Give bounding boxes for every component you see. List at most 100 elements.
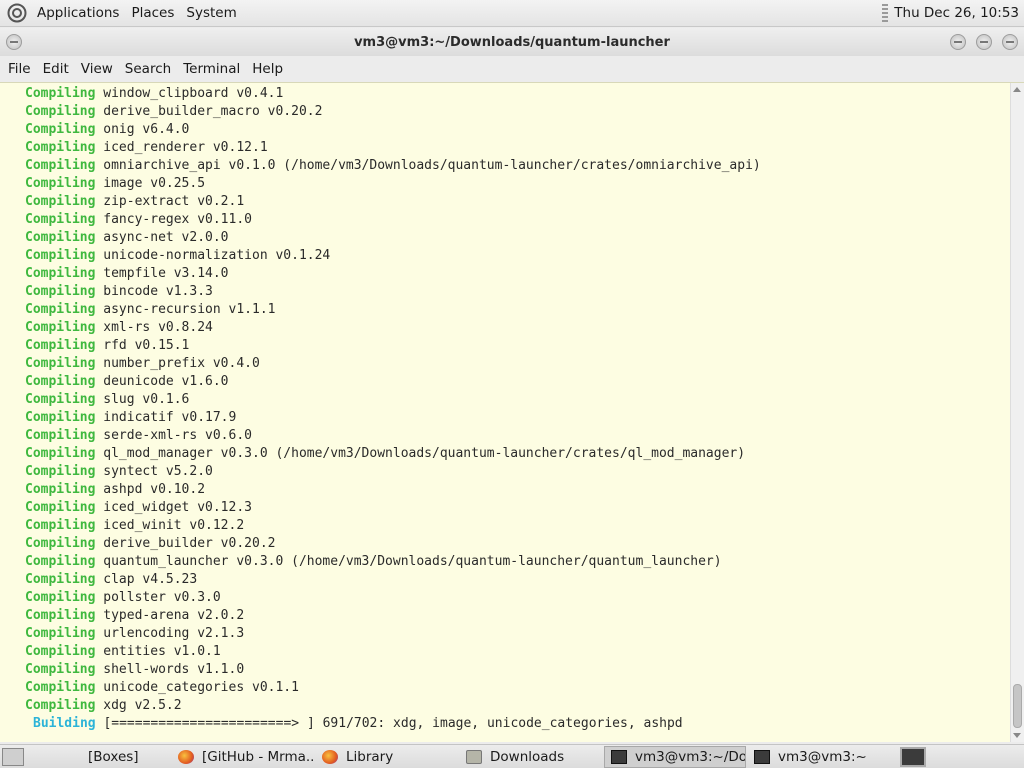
building-keyword: Building <box>33 716 96 731</box>
window-title: vm3@vm3:~/Downloads/quantum-launcher <box>354 34 670 50</box>
crate-name: quantum_launcher v0.3.0 (/home/vm3/Downl… <box>95 554 722 569</box>
taskbar-item-label: Downloads <box>490 748 565 765</box>
terminal-line: Compiling rfd v0.15.1 <box>25 337 1008 355</box>
crate-name: serde-xml-rs v0.6.0 <box>95 428 252 443</box>
crate-name: image v0.25.5 <box>95 176 206 191</box>
panel-handle-icon[interactable] <box>882 4 889 22</box>
terminal-line: Compiling shell-words v1.1.0 <box>25 661 1008 679</box>
crate-name: bincode v1.3.3 <box>95 284 213 299</box>
terminal-line: Compiling serde-xml-rs v0.6.0 <box>25 427 1008 445</box>
compiling-keyword: Compiling <box>25 536 96 551</box>
crate-name: unicode-normalization v0.1.24 <box>95 248 331 263</box>
compiling-keyword: Compiling <box>25 374 96 389</box>
vertical-scrollbar[interactable] <box>1010 83 1024 742</box>
scroll-up-icon[interactable] <box>1013 87 1021 92</box>
top-panel: Applications Places System Thu Dec 26, 1… <box>0 0 1024 27</box>
compiling-keyword: Compiling <box>25 212 96 227</box>
compiling-keyword: Compiling <box>25 518 96 533</box>
menu-terminal[interactable]: Terminal <box>177 61 246 77</box>
compiling-keyword: Compiling <box>25 356 96 371</box>
taskbar-item[interactable]: Library <box>316 746 458 768</box>
crate-name: xdg v2.5.2 <box>95 698 182 713</box>
compiling-keyword: Compiling <box>25 410 96 425</box>
compiling-keyword: Compiling <box>25 320 96 335</box>
applications-menu[interactable]: Applications <box>31 5 125 21</box>
terminal-line: Compiling derive_builder_macro v0.20.2 <box>25 103 1008 121</box>
menu-view[interactable]: View <box>75 61 119 77</box>
terminal-output[interactable]: Compiling window_clipboard v0.4.1 Compili… <box>0 82 1024 742</box>
terminal-line: Compiling omniarchive_api v0.1.0 (/home/… <box>25 157 1008 175</box>
compiling-keyword: Compiling <box>25 194 96 209</box>
terminal-line: Compiling xml-rs v0.8.24 <box>25 319 1008 337</box>
compiling-keyword: Compiling <box>25 482 96 497</box>
crate-name: derive_builder v0.20.2 <box>95 536 276 551</box>
system-menu[interactable]: System <box>180 5 242 21</box>
show-desktop-icon[interactable] <box>2 747 24 766</box>
crate-name: async-net v2.0.0 <box>95 230 229 245</box>
scroll-down-icon[interactable] <box>1013 733 1021 738</box>
places-menu[interactable]: Places <box>125 5 180 21</box>
close-button[interactable] <box>1002 34 1018 50</box>
taskbar-item[interactable]: vm3@vm3:~/Do... <box>604 745 746 768</box>
crate-name: shell-words v1.1.0 <box>95 662 245 677</box>
terminal-line: Compiling ashpd v0.10.2 <box>25 481 1008 499</box>
terminal-line: Compiling syntect v5.2.0 <box>25 463 1008 481</box>
terminal-line: Compiling xdg v2.5.2 <box>25 697 1008 715</box>
terminal-line: Compiling async-recursion v1.1.1 <box>25 301 1008 319</box>
menu-help[interactable]: Help <box>246 61 289 77</box>
scroll-thumb[interactable] <box>1013 684 1022 728</box>
menu-edit[interactable]: Edit <box>37 61 75 77</box>
debian-logo-icon[interactable] <box>7 3 27 23</box>
menu-file[interactable]: File <box>2 61 37 77</box>
window-menu-icon[interactable] <box>6 34 22 50</box>
taskbar-item[interactable]: Downloads <box>460 746 602 768</box>
clock[interactable]: Thu Dec 26, 10:53 <box>894 5 1019 21</box>
firefox-icon <box>322 749 338 764</box>
compiling-keyword: Compiling <box>25 428 96 443</box>
crate-name: ashpd v0.10.2 <box>95 482 206 497</box>
maximize-button[interactable] <box>976 34 992 50</box>
crate-name: tempfile v3.14.0 <box>95 266 229 281</box>
compiling-keyword: Compiling <box>25 500 96 515</box>
compiling-keyword: Compiling <box>25 662 96 677</box>
terminal-line: Compiling clap v4.5.23 <box>25 571 1008 589</box>
taskbar-item[interactable]: [Boxes] <box>28 746 170 768</box>
terminal-line: Compiling fancy-regex v0.11.0 <box>25 211 1008 229</box>
task-list: [Boxes] [GitHub - Mrma... Library Downloads… <box>28 745 892 768</box>
folder-icon <box>466 749 482 764</box>
crate-name: syntect v5.2.0 <box>95 464 213 479</box>
crate-name: slug v0.1.6 <box>95 392 190 407</box>
crate-name: deunicode v1.6.0 <box>95 374 229 389</box>
compiling-keyword: Compiling <box>25 86 96 101</box>
terminal-line: Compiling onig v6.4.0 <box>25 121 1008 139</box>
taskbar-item[interactable]: [GitHub - Mrma... <box>172 746 314 768</box>
crate-name: fancy-regex v0.11.0 <box>95 212 252 227</box>
compiling-keyword: Compiling <box>25 464 96 479</box>
terminal-line: Compiling quantum_launcher v0.3.0 (/home… <box>25 553 1008 571</box>
crate-name: indicatif v0.17.9 <box>95 410 237 425</box>
crate-name: zip-extract v0.2.1 <box>95 194 245 209</box>
terminal-line: Compiling iced_widget v0.12.3 <box>25 499 1008 517</box>
terminal-line: Compiling window_clipboard v0.4.1 <box>25 85 1008 103</box>
crate-name: unicode_categories v0.1.1 <box>95 680 299 695</box>
compiling-keyword: Compiling <box>25 266 96 281</box>
bottom-panel: [Boxes] [GitHub - Mrma... Library Downloads… <box>0 744 1024 768</box>
minimize-button[interactable] <box>950 34 966 50</box>
crate-name: derive_builder_macro v0.20.2 <box>95 104 323 119</box>
build-status-line: Building [=======================> ] 691… <box>25 715 1008 733</box>
terminal-line: Compiling derive_builder v0.20.2 <box>25 535 1008 553</box>
crate-name: async-recursion v1.1.1 <box>95 302 276 317</box>
taskbar-item-label: [Boxes] <box>88 748 139 765</box>
terminal-icon <box>754 749 770 764</box>
window-title-bar[interactable]: vm3@vm3:~/Downloads/quantum-launcher <box>0 28 1024 56</box>
workspace-switcher-icon[interactable] <box>900 746 926 767</box>
terminal-icon <box>611 749 627 764</box>
terminal-line: Compiling urlencoding v2.1.3 <box>25 625 1008 643</box>
taskbar-item-label: vm3@vm3:~/Do... <box>635 748 746 765</box>
terminal-line: Compiling pollster v0.3.0 <box>25 589 1008 607</box>
crate-name: iced_renderer v0.12.1 <box>95 140 268 155</box>
taskbar-item[interactable]: vm3@vm3:~ <box>748 746 890 768</box>
menu-search[interactable]: Search <box>119 61 177 77</box>
taskbar-item-label: Library <box>346 748 394 765</box>
crate-name: number_prefix v0.4.0 <box>95 356 260 371</box>
